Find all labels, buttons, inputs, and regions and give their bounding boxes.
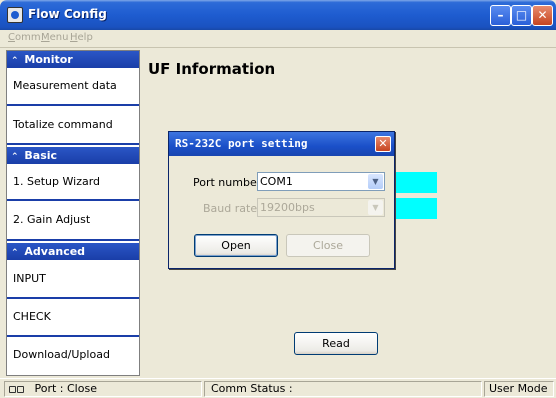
port-number-label: Port number [193, 176, 262, 189]
sidebar-item-gain-adjust[interactable]: 2. Gain Adjust [7, 201, 139, 241]
app-icon [7, 7, 23, 23]
sidebar-item-label: 2. Gain Adjust [13, 213, 91, 226]
sidebar-item-label: Download/Upload [13, 348, 110, 361]
window-title-bar[interactable]: Flow Config – □ ✕ [0, 0, 556, 30]
close-button: Close [286, 234, 370, 257]
sidebar-item-totalize-command[interactable]: Totalize command [7, 106, 139, 145]
read-button-label: Read [322, 337, 350, 350]
chevron-up-icon: ⌃ [11, 56, 19, 66]
chevron-down-icon: ▼ [368, 174, 383, 189]
chevron-up-icon: ⌃ [11, 248, 19, 258]
section-label: Advanced [24, 245, 86, 258]
sidebar-item-setup-wizard[interactable]: 1. Setup Wizard [7, 164, 139, 201]
chevron-up-icon: ⌃ [11, 152, 19, 162]
sidebar-item-input[interactable]: INPUT [7, 260, 139, 299]
comm-status-pane: Comm Status : [204, 381, 482, 397]
sidebar-item-label: Measurement data [13, 79, 117, 92]
sidebar: ⌃ Monitor Measurement data Totalize comm… [6, 50, 140, 376]
chevron-down-icon: ▼ [368, 200, 383, 215]
baud-rate-value: 19200bps [260, 201, 315, 214]
comm-status: Comm Status : [211, 382, 293, 395]
minimize-button[interactable]: – [490, 5, 511, 26]
window-title: Flow Config [28, 7, 107, 21]
maximize-button[interactable]: □ [511, 5, 532, 26]
baud-rate-label: Baud rate [203, 202, 258, 215]
port-icon [17, 385, 24, 393]
close-button-label: Close [313, 239, 343, 252]
open-button-label: Open [221, 239, 251, 252]
open-button[interactable]: Open [194, 234, 278, 257]
sidebar-item-check[interactable]: CHECK [7, 299, 139, 337]
port-icon [9, 385, 16, 393]
sidebar-item-label: Totalize command [13, 118, 113, 131]
status-bar: Port : Close Comm Status : User Mode [0, 378, 556, 398]
port-number-select[interactable]: COM1 ▼ [257, 172, 385, 191]
page-title: UF Information [148, 60, 276, 78]
section-header-basic[interactable]: ⌃ Basic [7, 147, 139, 164]
read-button[interactable]: Read [294, 332, 378, 355]
section-label: Monitor [24, 53, 73, 66]
sidebar-item-label: 1. Setup Wizard [13, 175, 101, 188]
port-status-pane: Port : Close [4, 381, 202, 397]
port-setting-dialog: RS-232C port setting ✕ Port number COM1 … [168, 131, 395, 269]
sidebar-item-label: CHECK [13, 310, 51, 323]
user-mode: User Mode [489, 382, 548, 395]
dialog-close-button[interactable]: ✕ [375, 136, 391, 152]
menu-comm[interactable]: Comm [8, 32, 41, 43]
port-number-value: COM1 [260, 175, 293, 188]
baud-rate-select: 19200bps ▼ [257, 198, 385, 217]
section-label: Basic [24, 149, 58, 162]
menu-help[interactable]: Help [70, 32, 93, 43]
section-header-monitor[interactable]: ⌃ Monitor [7, 51, 139, 68]
sidebar-item-download-upload[interactable]: Download/Upload [7, 337, 139, 375]
section-header-advanced[interactable]: ⌃ Advanced [7, 243, 139, 260]
dialog-title: RS-232C port setting [175, 137, 308, 150]
menu-menu[interactable]: Menu [41, 32, 68, 43]
port-status: Port : Close [34, 382, 97, 395]
sidebar-item-measurement-data[interactable]: Measurement data [7, 68, 139, 106]
mode-status-pane: User Mode [484, 381, 554, 397]
sidebar-item-label: INPUT [13, 272, 46, 285]
menu-bar: Comm Menu Help [0, 30, 556, 48]
close-window-button[interactable]: ✕ [532, 5, 553, 26]
dialog-title-bar[interactable]: RS-232C port setting ✕ [169, 132, 394, 156]
